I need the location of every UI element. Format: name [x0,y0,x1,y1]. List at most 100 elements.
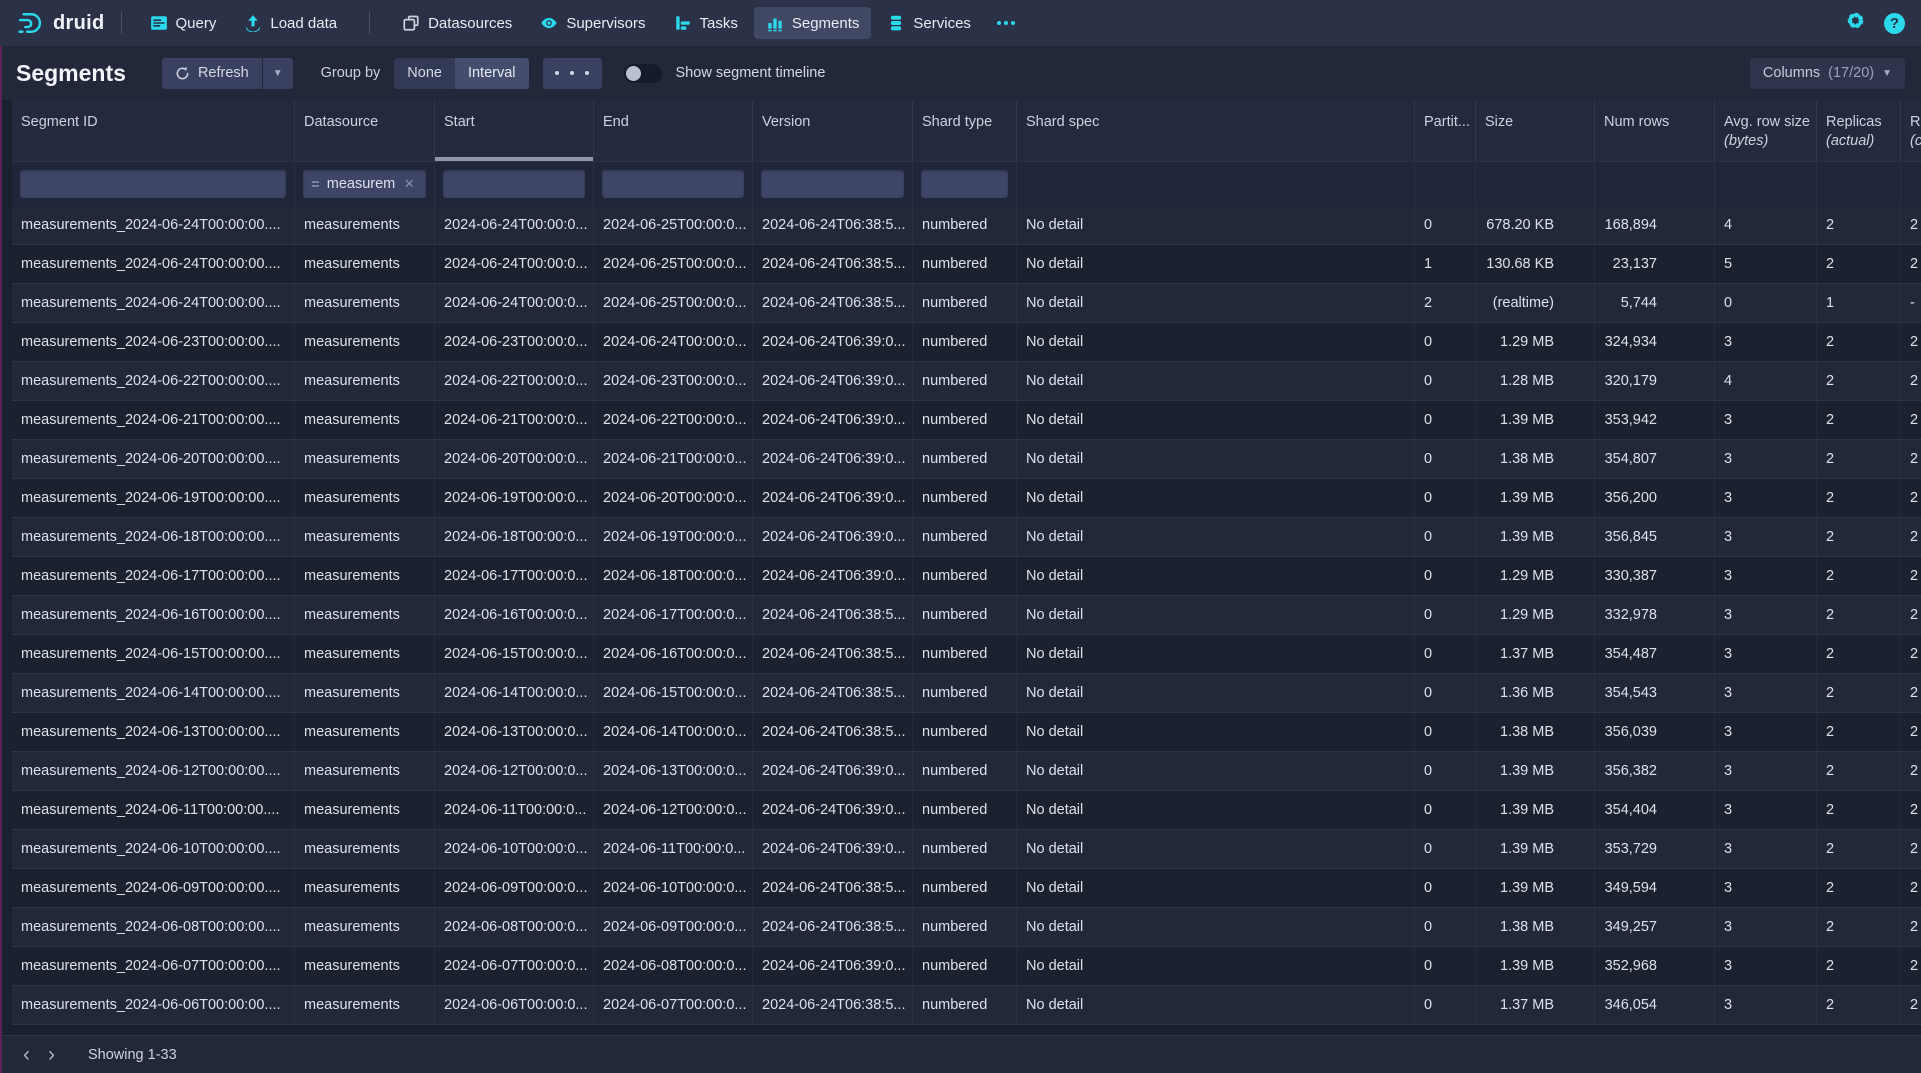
cell-part: 0 [1415,401,1476,439]
column-header-rf[interactable]: Replication factor(configured) [1901,100,1921,161]
cell-start: 2024-06-12T00:00:0... [435,752,594,790]
previous-page-button[interactable]: ‹ [14,1044,39,1065]
segment-timeline-toggle[interactable] [624,64,662,83]
table-row[interactable]: measurements_2024-06-21T00:00:00....meas… [12,401,1921,440]
cell-ds: measurements [295,479,435,517]
cell-part: 0 [1415,635,1476,673]
nav-item-tasks[interactable]: Tasks [662,7,750,39]
cell-spec: No detail [1017,206,1415,244]
column-header-id[interactable]: Segment ID [12,100,295,161]
table-row[interactable]: measurements_2024-06-08T00:00:00....meas… [12,908,1921,947]
cell-shard: numbered [913,518,1017,556]
filter-input-ds[interactable]: =measurem× [303,170,426,198]
help-icon[interactable]: ? [1884,13,1905,34]
nav-item-query[interactable]: Query [138,7,229,39]
column-header-avg[interactable]: Avg. row size(bytes) [1715,100,1817,161]
table-row[interactable]: measurements_2024-06-24T00:00:00....meas… [12,245,1921,284]
filter-cell-start [435,162,594,206]
more-options-button[interactable] [543,58,602,89]
table-row[interactable]: measurements_2024-06-24T00:00:00....meas… [12,206,1921,245]
column-header-ver[interactable]: Version [753,100,913,161]
cell-rep: 2 [1817,752,1901,790]
remove-tag-icon[interactable]: × [404,174,414,194]
cell-rows: 356,039 [1595,713,1715,751]
cell-id: measurements_2024-06-15T00:00:00.... [12,635,295,673]
nav-item-services[interactable]: Services [875,7,983,39]
table-row[interactable]: measurements_2024-06-12T00:00:00....meas… [12,752,1921,791]
column-header-rep[interactable]: Replicas(actual) [1817,100,1901,161]
table-row[interactable]: measurements_2024-06-13T00:00:00....meas… [12,713,1921,752]
group-by-interval-button[interactable]: Interval [455,58,529,89]
table-row[interactable]: measurements_2024-06-24T00:00:00....meas… [12,284,1921,323]
cell-rows: 349,594 [1595,869,1715,907]
cell-start: 2024-06-13T00:00:0... [435,713,594,751]
table-row[interactable]: measurements_2024-06-16T00:00:00....meas… [12,596,1921,635]
table-row[interactable]: measurements_2024-06-23T00:00:00....meas… [12,323,1921,362]
cell-spec: No detail [1017,518,1415,556]
nav-item-label: Tasks [700,15,738,32]
cell-start: 2024-06-24T00:00:0... [435,206,594,244]
table-row[interactable]: measurements_2024-06-18T00:00:00....meas… [12,518,1921,557]
table-row[interactable]: measurements_2024-06-19T00:00:00....meas… [12,479,1921,518]
next-page-button[interactable]: › [39,1044,64,1065]
cell-shard: numbered [913,908,1017,946]
table-row[interactable]: measurements_2024-06-06T00:00:00....meas… [12,986,1921,1025]
column-header-size[interactable]: Size [1476,100,1595,161]
cell-rep: 2 [1817,791,1901,829]
column-header-part[interactable]: Partit... [1415,100,1476,161]
cell-rep: 2 [1817,245,1901,283]
nav-more-button[interactable] [987,14,1025,32]
cell-start: 2024-06-19T00:00:0... [435,479,594,517]
table-row[interactable]: measurements_2024-06-15T00:00:00....meas… [12,635,1921,674]
cell-ds: measurements [295,908,435,946]
table-row[interactable]: measurements_2024-06-07T00:00:00....meas… [12,947,1921,986]
refresh-dropdown-button[interactable]: ▼ [263,58,293,89]
column-header-spec[interactable]: Shard spec [1017,100,1415,161]
filter-input-id[interactable] [20,170,286,198]
table-row[interactable]: measurements_2024-06-09T00:00:00....meas… [12,869,1921,908]
cell-avg: 3 [1715,752,1817,790]
columns-button[interactable]: Columns (17/20) ▼ [1750,58,1905,89]
filter-input-shard[interactable] [921,170,1008,198]
column-header-start[interactable]: Start [435,100,594,161]
refresh-button[interactable]: Refresh [162,58,262,89]
cell-id: measurements_2024-06-20T00:00:00.... [12,440,295,478]
cell-ds: measurements [295,401,435,439]
table-row[interactable]: measurements_2024-06-14T00:00:00....meas… [12,674,1921,713]
cell-end: 2024-06-13T00:00:0... [594,752,753,790]
druid-logo[interactable]: druid [16,9,105,37]
gear-icon[interactable] [1845,10,1866,36]
cell-rows: 354,807 [1595,440,1715,478]
nav-item-segments[interactable]: Segments [754,7,872,39]
cell-ver: 2024-06-24T06:38:5... [753,986,913,1024]
cell-rep: 2 [1817,440,1901,478]
column-header-end[interactable]: End [594,100,753,161]
cell-id: measurements_2024-06-14T00:00:00.... [12,674,295,712]
nav-item-load-data[interactable]: Load data [232,7,349,39]
cell-end: 2024-06-12T00:00:0... [594,791,753,829]
nav-item-label: Segments [792,15,860,32]
nav-item-datasources[interactable]: Datasources [390,7,524,39]
column-header-rows[interactable]: Num rows [1595,100,1715,161]
group-by-none-button[interactable]: None [394,58,455,89]
tasks-icon [674,14,692,32]
column-header-ds[interactable]: Datasource [295,100,435,161]
filter-input-ver[interactable] [761,170,904,198]
filter-input-start[interactable] [443,170,585,198]
cell-part: 0 [1415,713,1476,751]
table-row[interactable]: measurements_2024-06-17T00:00:00....meas… [12,557,1921,596]
cell-rep: 2 [1817,713,1901,751]
nav-item-supervisors[interactable]: Supervisors [528,7,657,39]
table-row[interactable]: measurements_2024-06-11T00:00:00....meas… [12,791,1921,830]
nav-right-icons: ? [1845,10,1905,36]
cell-ver: 2024-06-24T06:38:5... [753,596,913,634]
column-header-shard[interactable]: Shard type [913,100,1017,161]
cell-rep: 2 [1817,986,1901,1024]
table-row[interactable]: measurements_2024-06-10T00:00:00....meas… [12,830,1921,869]
cell-spec: No detail [1017,986,1415,1024]
edge-decoration-strip [0,46,2,1073]
table-row[interactable]: measurements_2024-06-20T00:00:00....meas… [12,440,1921,479]
filter-input-end[interactable] [602,170,744,198]
cell-end: 2024-06-25T00:00:0... [594,245,753,283]
table-row[interactable]: measurements_2024-06-22T00:00:00....meas… [12,362,1921,401]
